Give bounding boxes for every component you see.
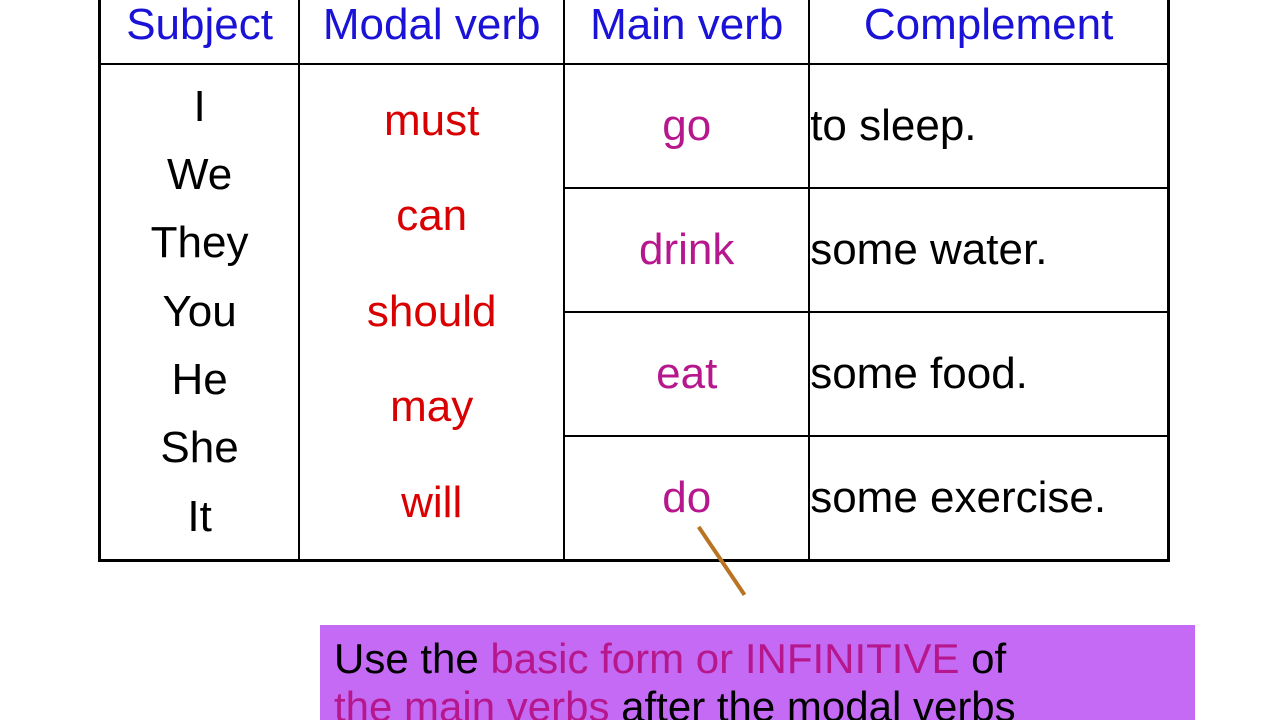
subject-cell: I We They You He She It [100,64,300,561]
complement-cell: some food. [809,312,1168,436]
header-complement: Complement [809,0,1168,64]
header-modal: Modal verb [299,0,564,64]
table-row: I We They You He She It must can should … [100,64,1169,188]
modal-verb-table: Subject Modal verb Main verb Complement … [98,0,1170,562]
subject-item: We [167,150,232,201]
subject-item: She [160,423,238,474]
note-highlight: the main verbs [334,683,609,720]
modal-item: may [390,382,473,433]
modal-cell: must can should may will [299,64,564,561]
complement-cell: to sleep. [809,64,1168,188]
header-subject: Subject [100,0,300,64]
subject-item: I [193,82,205,133]
header-main: Main verb [564,0,809,64]
complement-cell: some exercise. [809,436,1168,561]
slide-canvas: Subject Modal verb Main verb Complement … [0,0,1280,720]
note-text: Use the [334,635,490,682]
modal-item: can [396,191,467,242]
subject-item: He [171,355,227,406]
note-text: of [960,635,1007,682]
table-header-row: Subject Modal verb Main verb Complement [100,0,1169,64]
subject-item: It [187,492,211,543]
mainverb-cell: eat [564,312,809,436]
grammar-note: Use the basic form or INFINITIVE of the … [320,625,1195,720]
complement-cell: some water. [809,188,1168,312]
mainverb-cell: go [564,64,809,188]
modal-item: should [367,287,497,338]
subject-item: They [151,218,249,269]
modal-item: must [384,96,479,147]
mainverb-cell: drink [564,188,809,312]
note-highlight: basic form or INFINITIVE [490,635,959,682]
note-text: after the modal verbs [609,683,1015,720]
modal-item: will [401,478,462,529]
subject-item: You [162,287,236,338]
